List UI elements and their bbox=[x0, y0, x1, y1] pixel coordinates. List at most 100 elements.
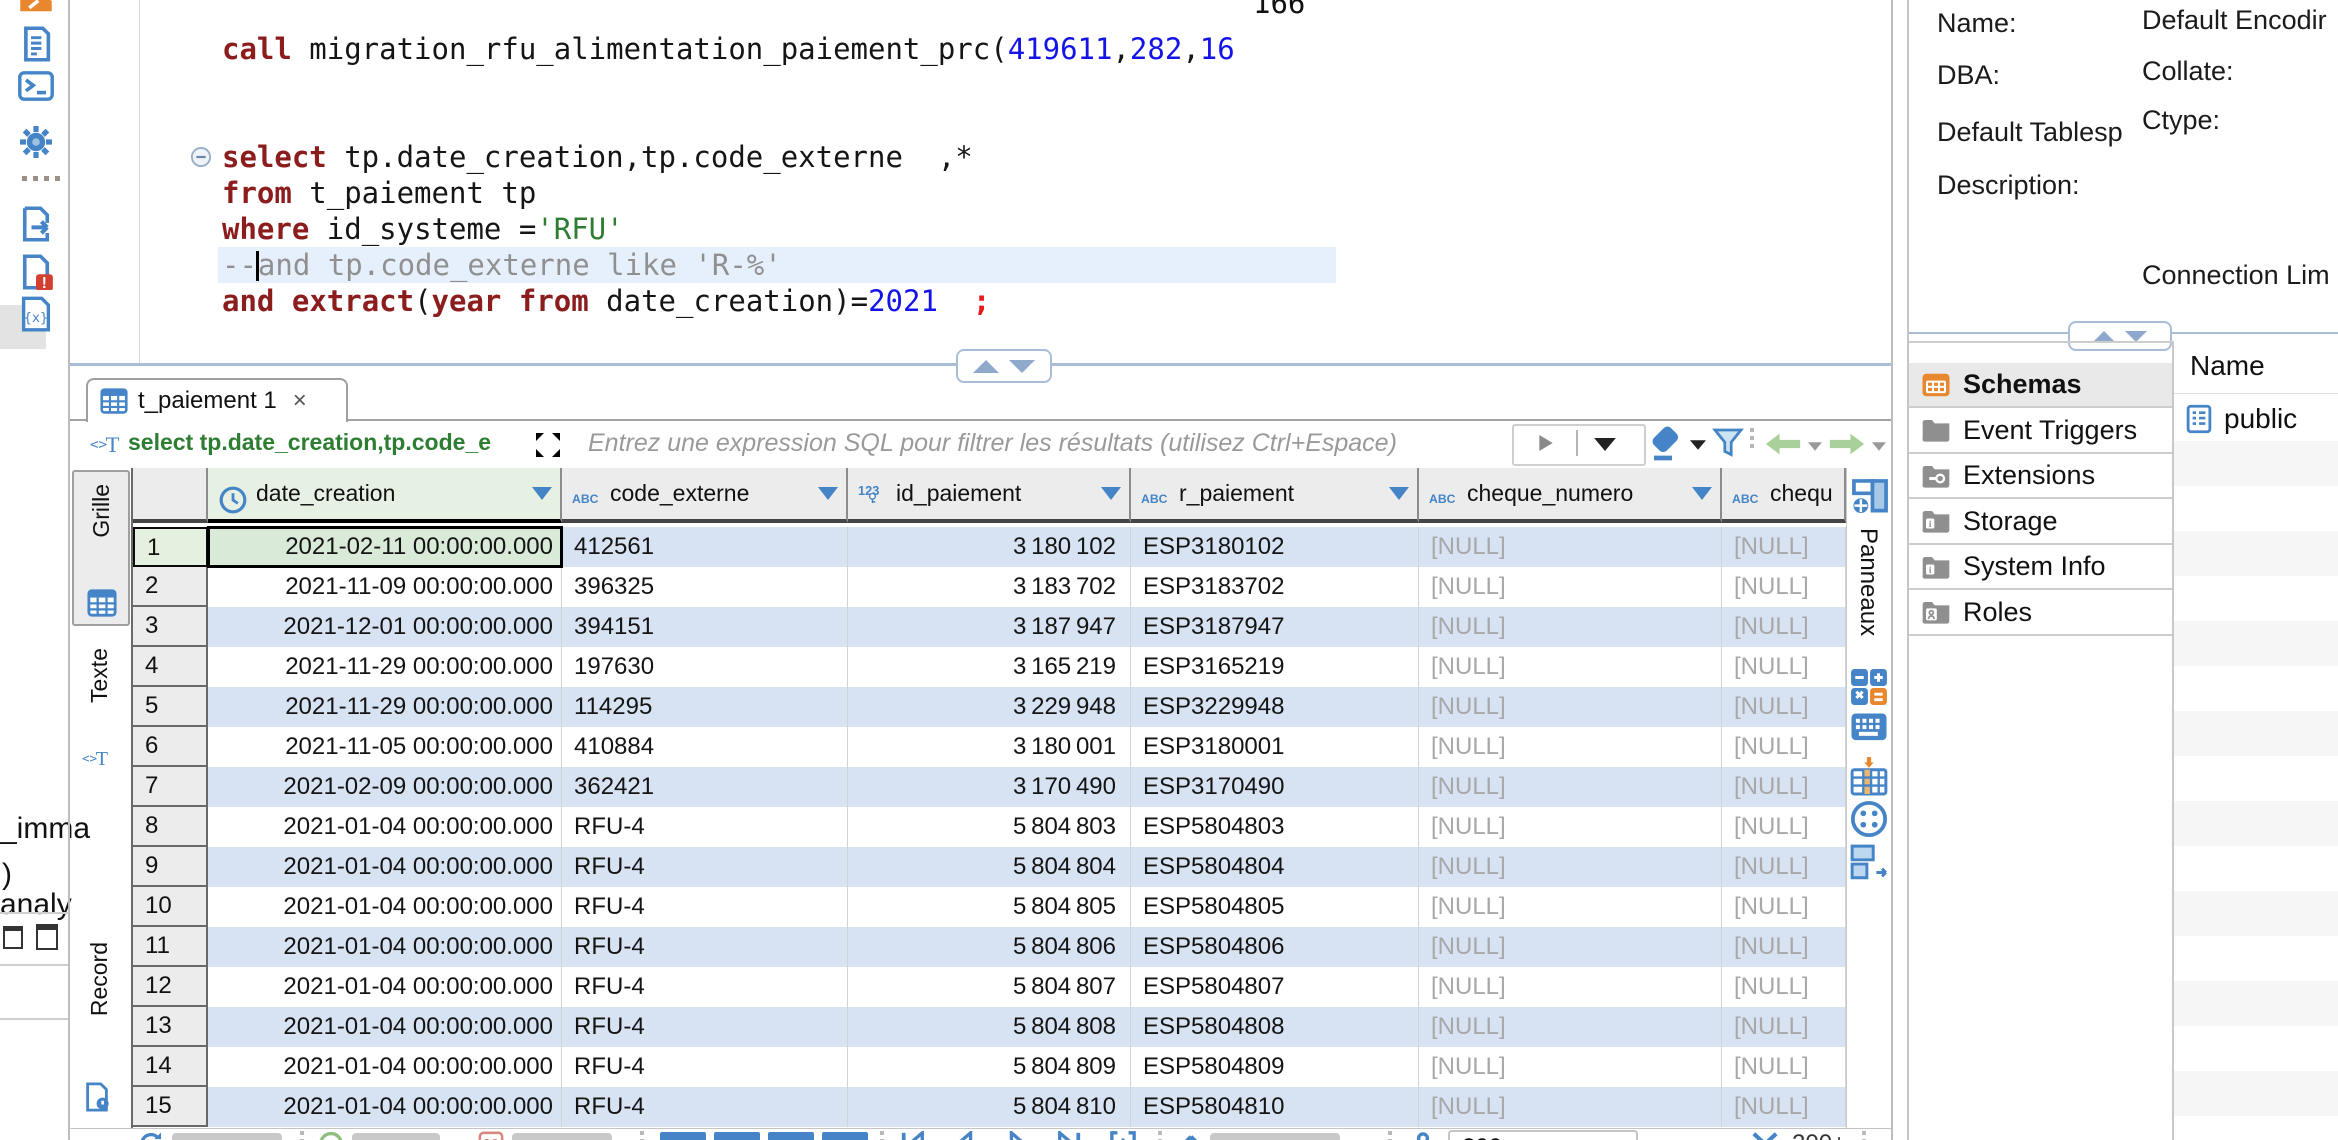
sql-console-icon[interactable] bbox=[18, 68, 54, 104]
document-error-icon[interactable]: ! bbox=[18, 254, 54, 290]
table-cell-cheque[interactable]: [NULL] bbox=[1419, 527, 1722, 567]
result-forward-dropdown[interactable] bbox=[1872, 442, 1886, 451]
table-cell-last[interactable]: [NULL] bbox=[1722, 727, 1846, 767]
table-cell-id[interactable]: 5 804 807 bbox=[848, 967, 1131, 1007]
table-cell-id[interactable]: 3 165 219 bbox=[848, 647, 1131, 687]
tab-close-icon[interactable]: × bbox=[293, 387, 307, 415]
table-cell-code[interactable]: 410884 bbox=[562, 727, 848, 767]
table-cell-cheque[interactable]: [NULL] bbox=[1419, 1007, 1722, 1047]
table-cell-date[interactable]: 2021-01-04 00:00:00.000 bbox=[208, 967, 562, 1007]
code-line[interactable]: --and tp.code_externe like 'R-%' bbox=[222, 247, 782, 283]
row-number-cell[interactable]: 6 bbox=[133, 727, 208, 767]
table-cell-r[interactable]: ESP5804806 bbox=[1131, 927, 1419, 967]
table-cell-cheque[interactable]: [NULL] bbox=[1419, 847, 1722, 887]
row-number-cell[interactable]: 11 bbox=[133, 927, 208, 967]
virtual-keyboard-icon[interactable] bbox=[1850, 712, 1888, 750]
pagination-segment-icon[interactable] bbox=[822, 1132, 868, 1140]
filters-config-button[interactable] bbox=[1712, 426, 1744, 460]
table-cell-id[interactable]: 3 183 702 bbox=[848, 567, 1131, 607]
calculator-icon[interactable] bbox=[1850, 668, 1888, 706]
sash-down-icon[interactable] bbox=[2125, 331, 2147, 342]
clear-filter-dropdown[interactable] bbox=[1690, 440, 1706, 450]
result-forward-button[interactable] bbox=[1826, 432, 1868, 456]
row-number-cell[interactable]: 15 bbox=[133, 1087, 208, 1127]
filter-input[interactable]: Entrez une expression SQL pour filtrer l… bbox=[588, 429, 1397, 458]
table-cell-last[interactable]: [NULL] bbox=[1722, 527, 1846, 567]
row-number-cell[interactable]: 12 bbox=[133, 967, 208, 1007]
next-record-icon[interactable] bbox=[1004, 1131, 1030, 1140]
table-cell-date[interactable]: 2021-12-01 00:00:00.000 bbox=[208, 607, 562, 647]
row-number-cell[interactable]: 1 bbox=[133, 527, 208, 567]
table-cell-id[interactable]: 5 804 803 bbox=[848, 807, 1131, 847]
record-mode-icon[interactable] bbox=[1850, 800, 1888, 838]
table-cell-date[interactable]: 2021-01-04 00:00:00.000 bbox=[208, 847, 562, 887]
fold-collapse-icon[interactable] bbox=[190, 146, 212, 168]
apply-filter-button[interactable] bbox=[1538, 432, 1554, 454]
column-header-date_creation[interactable]: date_creation bbox=[208, 468, 562, 523]
previous-record-icon[interactable] bbox=[952, 1131, 978, 1140]
tree-item-schemas[interactable]: Schemas bbox=[1909, 363, 2172, 408]
table-cell-last[interactable]: [NULL] bbox=[1722, 927, 1846, 967]
column-filter-dropdown-icon[interactable] bbox=[1101, 487, 1121, 500]
table-cell-date[interactable]: 2021-02-11 00:00:00.000 bbox=[208, 527, 562, 567]
export-result-icon[interactable] bbox=[18, 206, 54, 242]
schema-public-row[interactable]: public bbox=[2176, 396, 2338, 441]
tree-item-extensions[interactable]: Extensions bbox=[1909, 454, 2172, 499]
table-cell-id[interactable]: 3 229 948 bbox=[848, 687, 1131, 727]
row-number-cell[interactable]: 4 bbox=[133, 647, 208, 687]
table-cell-r[interactable]: ESP5804807 bbox=[1131, 967, 1419, 1007]
table-cell-last[interactable]: [NULL] bbox=[1722, 647, 1846, 687]
column-selector-icon[interactable] bbox=[1850, 756, 1888, 794]
table-cell-date[interactable]: 2021-01-04 00:00:00.000 bbox=[208, 1007, 562, 1047]
sql-script-icon[interactable] bbox=[18, 26, 54, 62]
table-cell-date[interactable]: 2021-01-04 00:00:00.000 bbox=[208, 1047, 562, 1087]
table-cell-date[interactable]: 2021-11-05 00:00:00.000 bbox=[208, 727, 562, 767]
settings-gear-icon[interactable] bbox=[18, 124, 54, 160]
table-cell-code[interactable]: 197630 bbox=[562, 647, 848, 687]
table-cell-id[interactable]: 3 187 947 bbox=[848, 607, 1131, 647]
table-cell-id[interactable]: 3 180 001 bbox=[848, 727, 1131, 767]
table-cell-last[interactable]: [NULL] bbox=[1722, 1007, 1846, 1047]
refresh-icon[interactable] bbox=[138, 1131, 164, 1140]
table-cell-code[interactable]: 394151 bbox=[562, 607, 848, 647]
table-cell-code[interactable]: RFU-4 bbox=[562, 847, 848, 887]
table-cell-last[interactable]: [NULL] bbox=[1722, 967, 1846, 1007]
table-cell-date[interactable]: 2021-02-09 00:00:00.000 bbox=[208, 767, 562, 807]
table-cell-r[interactable]: ESP3229948 bbox=[1131, 687, 1419, 727]
table-cell-r[interactable]: ESP5804805 bbox=[1131, 887, 1419, 927]
table-cell-code[interactable]: RFU-4 bbox=[562, 1047, 848, 1087]
table-cell-id[interactable]: 5 804 808 bbox=[848, 1007, 1131, 1047]
table-cell-r[interactable]: ESP3165219 bbox=[1131, 647, 1419, 687]
table-cell-last[interactable]: [NULL] bbox=[1722, 887, 1846, 927]
pagination-segment-icon[interactable] bbox=[714, 1132, 760, 1140]
table-cell-r[interactable]: ESP5804804 bbox=[1131, 847, 1419, 887]
table-cell-r[interactable]: ESP5804808 bbox=[1131, 1007, 1419, 1047]
table-cell-id[interactable]: 5 804 804 bbox=[848, 847, 1131, 887]
last-record-icon[interactable] bbox=[1056, 1131, 1082, 1140]
pagination-segment-icon[interactable] bbox=[660, 1132, 706, 1140]
table-cell-date[interactable]: 2021-01-04 00:00:00.000 bbox=[208, 1087, 562, 1127]
column-header-chequ[interactable]: ABCchequ bbox=[1722, 468, 1846, 523]
side-tab-grille[interactable]: Grille bbox=[72, 470, 130, 626]
side-tab-record[interactable]: Record bbox=[78, 942, 128, 1117]
column-header-id_paiement[interactable]: 123id_paiement bbox=[848, 468, 1131, 523]
table-cell-cheque[interactable]: [NULL] bbox=[1419, 727, 1722, 767]
table-cell-cheque[interactable]: [NULL] bbox=[1419, 927, 1722, 967]
first-record-icon[interactable] bbox=[900, 1131, 926, 1140]
result-back-dropdown[interactable] bbox=[1808, 442, 1822, 451]
fetch-page-icon[interactable] bbox=[1110, 1131, 1136, 1140]
table-cell-date[interactable]: 2021-01-04 00:00:00.000 bbox=[208, 927, 562, 967]
table-cell-r[interactable]: ESP3187947 bbox=[1131, 607, 1419, 647]
table-cell-r[interactable]: ESP3183702 bbox=[1131, 567, 1419, 607]
table-cell-code[interactable]: RFU-4 bbox=[562, 887, 848, 927]
column-header-code_externe[interactable]: ABCcode_externe bbox=[562, 468, 848, 523]
table-cell-code[interactable]: 396325 bbox=[562, 567, 848, 607]
table-cell-r[interactable]: ESP5804803 bbox=[1131, 807, 1419, 847]
row-number-cell[interactable]: 7 bbox=[133, 767, 208, 807]
code-line[interactable]: from t_paiement tp bbox=[222, 175, 536, 211]
tree-item-storage[interactable]: iStorage bbox=[1909, 500, 2172, 545]
table-cell-code[interactable]: 412561 bbox=[562, 527, 848, 567]
table-cell-last[interactable]: [NULL] bbox=[1722, 807, 1846, 847]
table-cell-id[interactable]: 5 804 810 bbox=[848, 1087, 1131, 1127]
table-cell-r[interactable]: ESP5804810 bbox=[1131, 1087, 1419, 1127]
